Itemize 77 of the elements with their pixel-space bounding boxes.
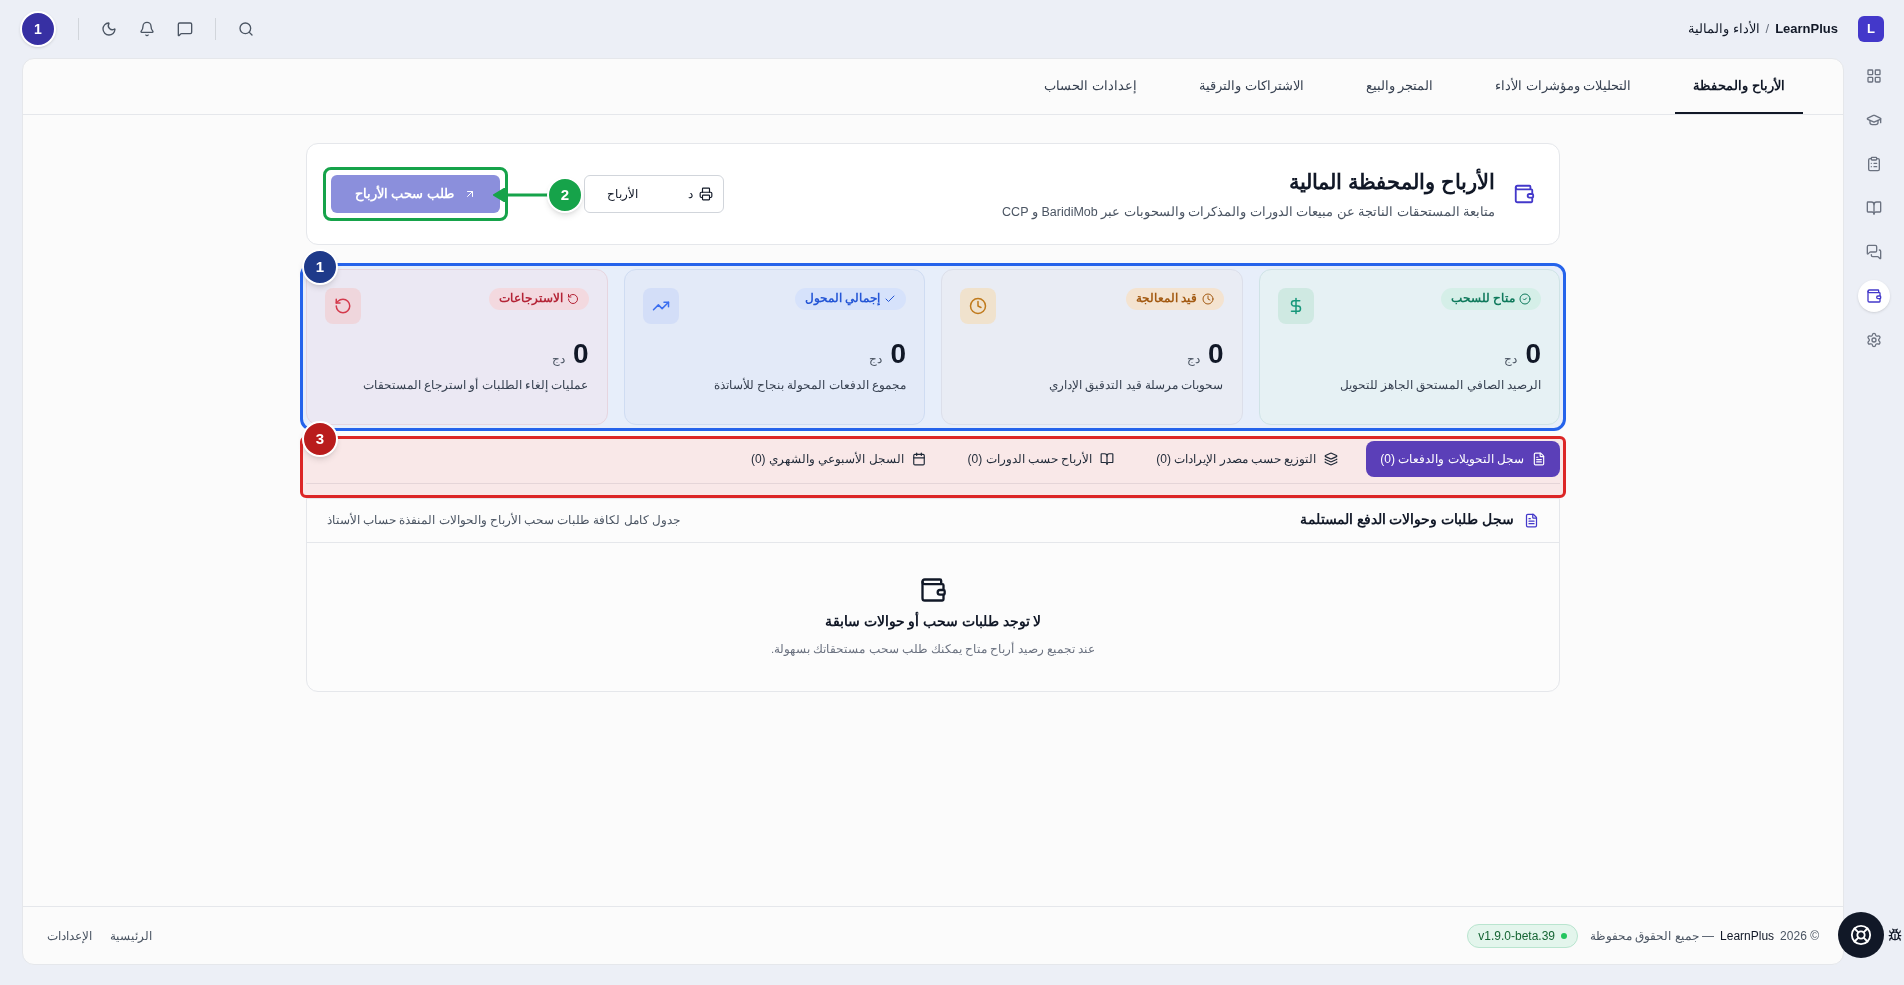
layers-icon <box>1324 452 1339 466</box>
status-badge: إجمالي المحول <box>794 288 906 310</box>
print-label-end: الأرباح <box>606 185 638 203</box>
footer-brand: LearnPlus <box>1720 927 1775 945</box>
page-title: الأرباح والمحفظة المالية <box>1288 167 1495 197</box>
footer-link[interactable]: الإعدادات <box>47 926 92 945</box>
currency: دج <box>551 351 565 368</box>
brand-name[interactable]: LearnPlus <box>1775 19 1838 39</box>
rights-text: — جميع الحقوق محفوظة <box>1590 927 1715 945</box>
table-title: سجل طلبات وحوالات الدفع المستلمة <box>1300 511 1514 530</box>
print-button[interactable]: د الأرباح <box>583 175 724 213</box>
book-icon <box>1100 452 1115 466</box>
stat-description: الرصيد الصافي المستحق الجاهز للتحويل <box>1338 377 1541 394</box>
graduation-cap-icon <box>1866 112 1882 128</box>
book-icon <box>1866 200 1882 216</box>
stat-description: عمليات إلغاء الطلبات أو استرجاع المستحقات <box>361 377 589 394</box>
tab[interactable]: الاشتراكات والترقية <box>1180 59 1322 114</box>
logo[interactable]: L <box>1858 16 1884 42</box>
clock-icon <box>969 297 987 315</box>
table-subtitle: جدول كامل لكافة طلبات سحب الأرباح والحوالات المنفذة حساب الأستاذ <box>327 511 680 529</box>
wallet-icon <box>1513 183 1535 205</box>
stat-description: سحوبات مرسلة قيد التدقيق الإداري <box>1048 377 1224 394</box>
status-badge: الاسترجاعات <box>488 288 589 310</box>
tab[interactable]: إعدادات الحساب <box>1026 59 1155 114</box>
tab[interactable]: التحليلات ومؤشرات الأداء <box>1477 59 1650 114</box>
print-label-start: د <box>687 186 693 203</box>
footer-link[interactable]: الرئيسية <box>110 926 152 945</box>
calendar-icon <box>911 452 926 466</box>
currency: دج <box>1504 351 1518 368</box>
status-badge: متاح للسحب <box>1440 288 1541 310</box>
message-icon[interactable] <box>177 21 193 37</box>
stat-description: مجموع الدفعات المحولة بنجاح للأساتذة <box>712 376 906 394</box>
stat-amount: 0 <box>1207 340 1224 368</box>
refresh-icon <box>334 297 352 315</box>
tab[interactable]: المتجر والبيع <box>1347 59 1452 114</box>
section-tab[interactable]: السجل الأسبوعي والشهري (0) <box>736 441 940 477</box>
check-circle-icon <box>1519 293 1531 305</box>
bug-icon[interactable] <box>1888 928 1902 942</box>
clipboard-icon <box>1866 156 1882 172</box>
chat-icon <box>1866 244 1882 260</box>
stat-amount: 0 <box>572 340 589 368</box>
settings-icon <box>1866 332 1882 348</box>
sidebar-item[interactable] <box>1858 280 1890 312</box>
empty-title: لا توجد طلبات سحب أو حوالات سابقة <box>824 612 1042 633</box>
currency: دج <box>1186 351 1200 368</box>
copyright: © 2026 <box>1780 927 1819 945</box>
section-tab[interactable]: سجل التحويلات والدفعات (0) <box>1366 441 1560 477</box>
breadcrumb-page: الأداء والمالية <box>1687 20 1760 39</box>
moon-icon[interactable] <box>101 21 117 37</box>
document-icon <box>1524 513 1539 528</box>
printer-icon <box>698 187 713 201</box>
bell-icon[interactable] <box>139 21 155 37</box>
page-subtitle: متابعة المستحقات الناتجة عن مبيعات الدورات والمذكرات والسحوبات عبر BaridiMob و CCP <box>1002 204 1495 222</box>
check-icon <box>884 293 896 305</box>
status-badge: قيد المعالجة <box>1126 288 1224 310</box>
currency: دج <box>869 351 883 368</box>
search-icon[interactable] <box>238 21 254 37</box>
grid-icon <box>1866 68 1882 84</box>
stat-amount: 0 <box>890 340 906 368</box>
step-badge: 2 <box>547 177 583 213</box>
step-badge: 3 <box>302 421 338 457</box>
avatar[interactable]: 1 <box>20 11 56 47</box>
section-tab[interactable]: الأرباح حسب الدورات (0) <box>953 441 1129 477</box>
breadcrumb-separator: / <box>1765 20 1770 39</box>
help-button[interactable] <box>1838 912 1884 958</box>
clock-icon <box>1201 293 1214 305</box>
document-icon <box>1532 452 1546 466</box>
tab[interactable]: الأرباح والمحفظة <box>1675 59 1803 114</box>
lifebuoy-icon <box>1850 924 1872 946</box>
stat-amount: 0 <box>1525 340 1541 368</box>
section-tab[interactable]: التوزيع حسب مصدر الإيرادات (0) <box>1142 441 1353 477</box>
refresh-icon <box>566 293 579 305</box>
wallet-icon <box>1866 288 1882 304</box>
wallet-icon <box>919 576 947 605</box>
step-badge: 1 <box>302 249 338 285</box>
version-badge: v1.9.0-beta.39 <box>1467 923 1579 948</box>
empty-text: عند تجميع رصيد أرباح متاح يمكنك طلب سحب مستحقاتك بسهولة. <box>771 641 1095 658</box>
